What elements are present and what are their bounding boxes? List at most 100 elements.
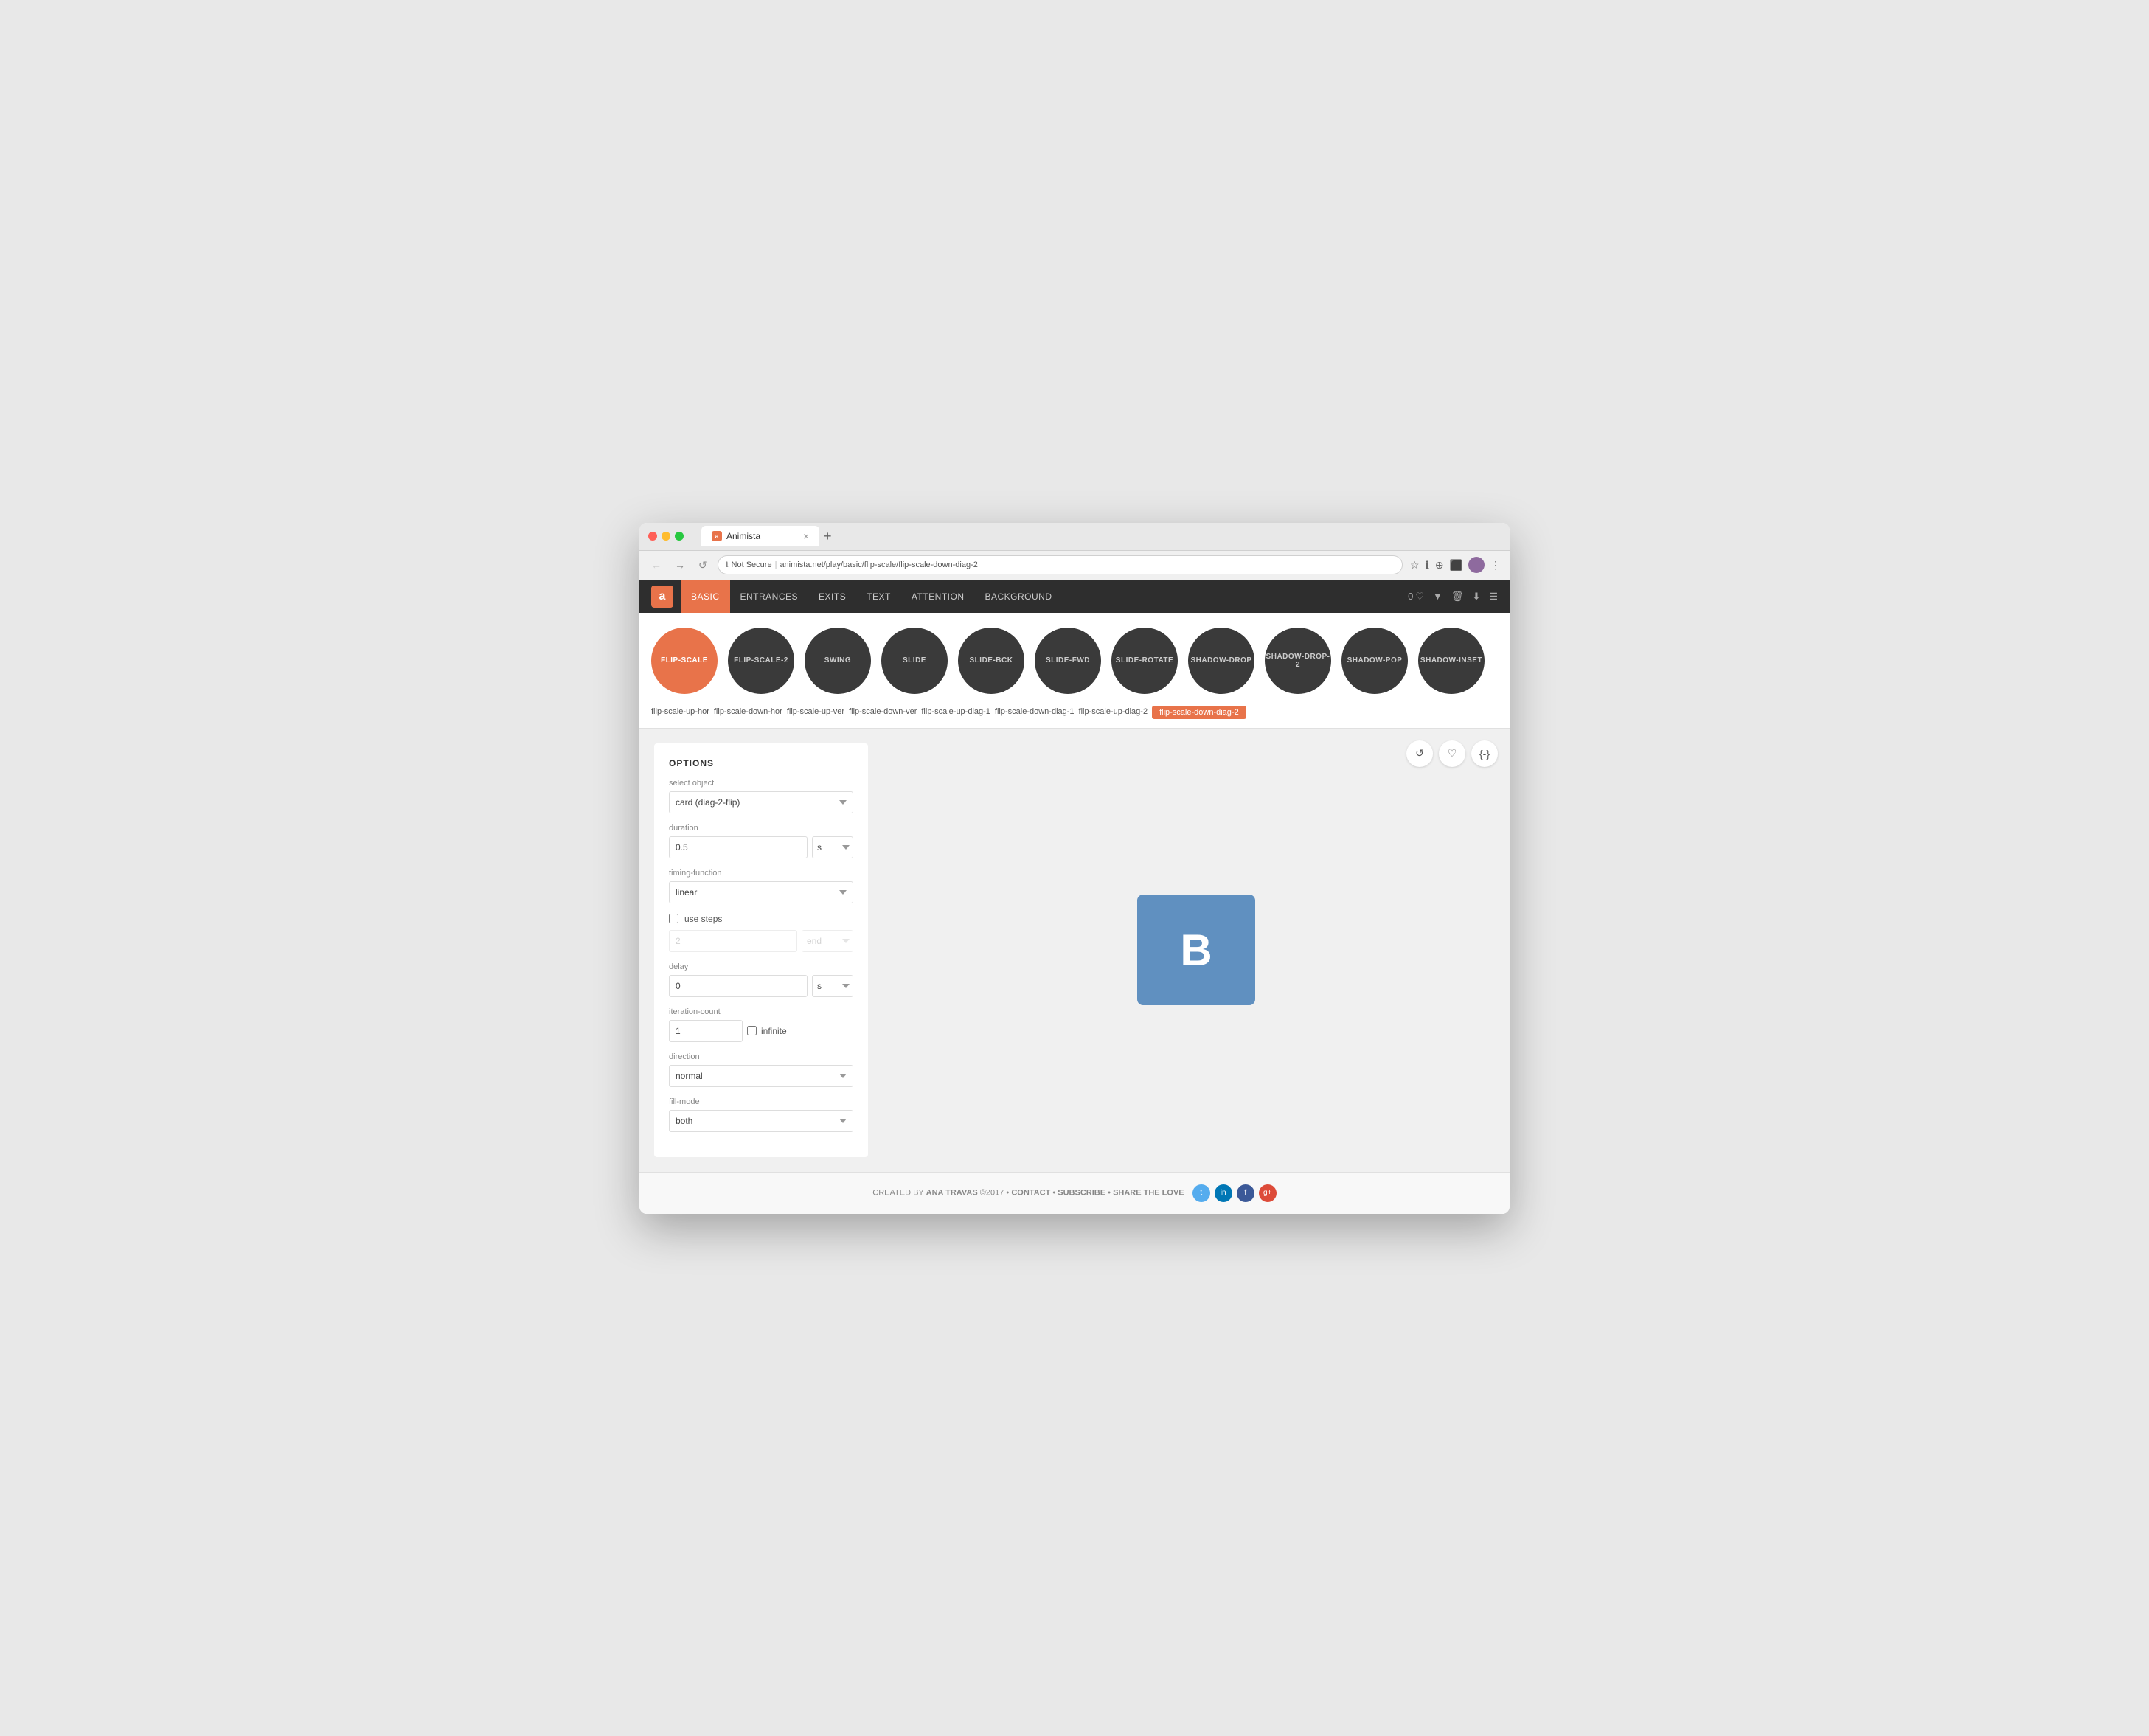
footer-created-by: CREATED BY <box>872 1188 923 1197</box>
facebook-icon[interactable]: f <box>1237 1184 1254 1202</box>
anim-circle-slide-fwd[interactable]: SLIDE-FWD <box>1035 628 1101 694</box>
code-button[interactable]: {-} <box>1471 740 1498 767</box>
timing-group: timing-function linear ease ease-in ease… <box>669 869 853 903</box>
maximize-button[interactable] <box>675 532 684 541</box>
filter-icon[interactable]: ▼ <box>1433 591 1442 602</box>
tab-close-button[interactable]: × <box>803 530 809 542</box>
minimize-button[interactable] <box>662 532 670 541</box>
footer-author[interactable]: ANA TRAVAS <box>926 1188 978 1197</box>
card-letter: B <box>1180 925 1212 976</box>
nav-exits[interactable]: EXITS <box>808 580 856 613</box>
anim-circle-flip-scale[interactable]: FLIP-SCALE <box>651 628 718 694</box>
nav-attention[interactable]: ATTENTION <box>901 580 975 613</box>
save-icon[interactable]: ⬛ <box>1450 559 1462 572</box>
infinite-label: infinite <box>761 1026 787 1036</box>
footer-share[interactable]: SHARE THE LOVE <box>1113 1188 1184 1197</box>
anim-circle-slide[interactable]: SLIDE <box>881 628 948 694</box>
sub-anim-flip-scale-up-diag-2[interactable]: flip-scale-up-diag-2 <box>1079 706 1148 719</box>
sub-anim-flip-scale-down-hor[interactable]: flip-scale-down-hor <box>714 706 782 719</box>
bookmark-icon[interactable]: ☆ <box>1410 559 1420 572</box>
likes-count[interactable]: 0 ♡ <box>1408 591 1424 603</box>
duration-label: duration <box>669 824 853 833</box>
app-header: a BASIC ENTRANCES EXITS TEXT ATTENTION B… <box>639 580 1510 613</box>
sub-anim-flip-scale-down-diag-1[interactable]: flip-scale-down-diag-1 <box>995 706 1074 719</box>
delay-group: delay s ms <box>669 962 853 997</box>
refresh-button[interactable]: ↺ <box>695 556 710 574</box>
close-button[interactable] <box>648 532 657 541</box>
anim-circle-flip-scale-2[interactable]: FLIP-SCALE-2 <box>728 628 794 694</box>
nav-entrances[interactable]: ENTRANCES <box>730 580 809 613</box>
delay-input[interactable] <box>669 975 808 997</box>
direction-select[interactable]: normal reverse alternate alternate-rever… <box>669 1065 853 1087</box>
sub-anim-flip-scale-down-diag-2[interactable]: flip-scale-down-diag-2 <box>1152 706 1246 719</box>
steps-input[interactable] <box>669 930 797 952</box>
duration-group: duration s ms <box>669 824 853 858</box>
trash-icon[interactable]: 🗑 <box>1451 591 1464 603</box>
address-bar: ← → ↺ ℹ Not Secure | animista.net/play/b… <box>639 551 1510 580</box>
nav-text[interactable]: TEXT <box>856 580 901 613</box>
iteration-row: infinite <box>669 1020 853 1042</box>
url-bar[interactable]: ℹ Not Secure | animista.net/play/basic/f… <box>718 555 1403 574</box>
iteration-input[interactable] <box>669 1020 743 1042</box>
new-tab-button[interactable]: + <box>824 529 832 544</box>
favorite-button[interactable]: ♡ <box>1439 740 1465 767</box>
nav-basic[interactable]: BASIC <box>681 580 730 613</box>
anim-circle-swing[interactable]: SWING <box>805 628 871 694</box>
animation-selector: FLIP-SCALE FLIP-SCALE-2 SWING SLIDE SLID… <box>639 613 1510 729</box>
anim-circle-slide-bck[interactable]: SLIDE-BCK <box>958 628 1024 694</box>
select-object-select[interactable]: card (diag-2-flip) square circle <box>669 791 853 813</box>
replay-button[interactable]: ↺ <box>1406 740 1433 767</box>
sub-anim-flip-scale-up-hor[interactable]: flip-scale-up-hor <box>651 706 709 719</box>
anim-circle-shadow-drop[interactable]: SHADOW-DROP <box>1188 628 1254 694</box>
steps-end-select[interactable]: end start <box>802 930 853 952</box>
fill-mode-select[interactable]: both none forwards backwards <box>669 1110 853 1132</box>
more-icon[interactable]: ⋮ <box>1490 559 1501 572</box>
duration-row: s ms <box>669 836 853 858</box>
menu-icon[interactable]: ☰ <box>1489 591 1498 603</box>
sub-animations: flip-scale-up-hor flip-scale-down-hor fl… <box>639 701 1510 728</box>
duration-unit-select[interactable]: s ms <box>812 836 853 858</box>
url-separator: | <box>775 560 777 569</box>
fill-mode-group: fill-mode both none forwards backwards <box>669 1097 853 1132</box>
footer-subscribe[interactable]: SUBSCRIBE <box>1058 1188 1105 1197</box>
url-text: animista.net/play/basic/flip-scale/flip-… <box>780 560 977 569</box>
use-steps-checkbox[interactable] <box>669 914 678 923</box>
download-icon[interactable]: ⬇ <box>1472 591 1480 603</box>
preview-area: ↺ ♡ {-} B <box>883 729 1510 1172</box>
duration-input[interactable] <box>669 836 808 858</box>
infinite-checkbox[interactable] <box>747 1026 757 1035</box>
traffic-lights <box>648 532 684 541</box>
info-icon[interactable]: ℹ <box>1426 559 1429 572</box>
twitter-icon[interactable]: t <box>1192 1184 1210 1202</box>
anim-circle-shadow-pop[interactable]: SHADOW-POP <box>1341 628 1408 694</box>
gplus-icon[interactable]: g+ <box>1259 1184 1277 1202</box>
timing-select[interactable]: linear ease ease-in ease-out ease-in-out <box>669 881 853 903</box>
tab-favicon: a <box>712 531 722 541</box>
browser-tab[interactable]: a Animista × <box>701 526 819 546</box>
sub-anim-flip-scale-down-ver[interactable]: flip-scale-down-ver <box>849 706 917 719</box>
sub-anim-flip-scale-up-diag-1[interactable]: flip-scale-up-diag-1 <box>921 706 990 719</box>
layers-icon[interactable]: ⊕ <box>1435 559 1444 572</box>
user-avatar[interactable] <box>1468 557 1485 573</box>
forward-button[interactable]: → <box>672 556 688 574</box>
nav-background[interactable]: BACKGROUND <box>975 580 1063 613</box>
steps-group: use steps end start <box>669 914 853 952</box>
anim-circle-shadow-inset[interactable]: SHADOW-INSET <box>1418 628 1485 694</box>
back-button[interactable]: ← <box>648 556 664 574</box>
anim-circle-shadow-drop-2[interactable]: SHADOW-DROP-2 <box>1265 628 1331 694</box>
select-object-label: select object <box>669 779 853 788</box>
replay-icon: ↺ <box>1415 747 1424 760</box>
header-right: 0 ♡ ▼ 🗑 ⬇ ☰ <box>1408 591 1498 603</box>
delay-unit-select[interactable]: s ms <box>812 975 853 997</box>
anim-circle-slide-rotate[interactable]: SLIDE-ROTATE <box>1111 628 1178 694</box>
footer-contact[interactable]: CONTACT <box>1011 1188 1050 1197</box>
iteration-group: iteration-count infinite <box>669 1007 853 1042</box>
circles-row: FLIP-SCALE FLIP-SCALE-2 SWING SLIDE SLID… <box>639 620 1510 701</box>
linkedin-icon[interactable]: in <box>1215 1184 1232 1202</box>
options-panel: OPTIONS select object card (diag-2-flip)… <box>654 743 868 1157</box>
sub-anim-flip-scale-up-ver[interactable]: flip-scale-up-ver <box>787 706 844 719</box>
main-area: OPTIONS select object card (diag-2-flip)… <box>639 729 1510 1172</box>
animation-card: B <box>1137 895 1255 1005</box>
tab-title: Animista <box>726 531 760 541</box>
select-object-group: select object card (diag-2-flip) square … <box>669 779 853 813</box>
